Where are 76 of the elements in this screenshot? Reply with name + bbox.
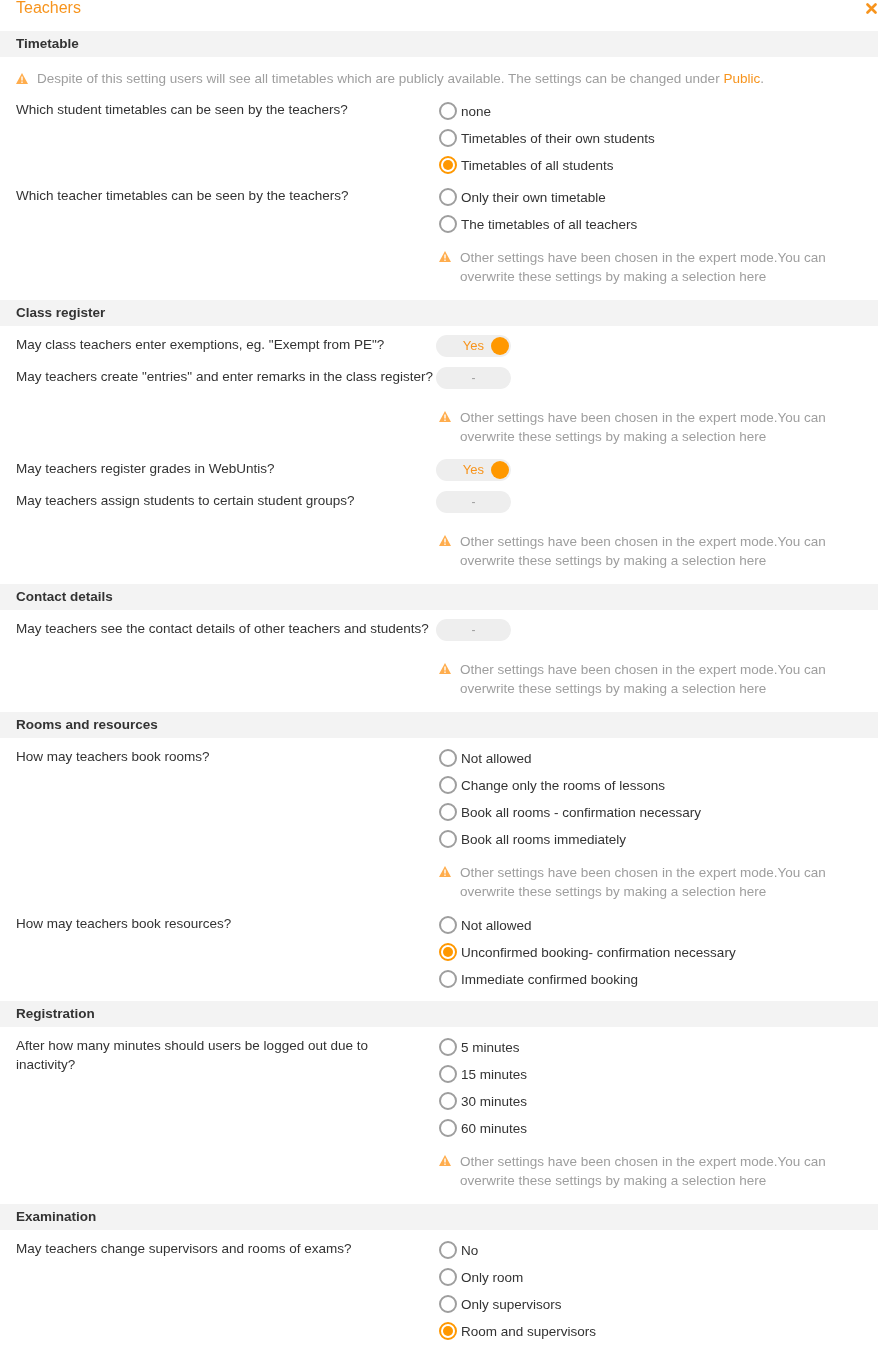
option-label[interactable]: Change only the rooms of lessons [461,775,666,795]
question-label: How may teachers book rooms? [16,748,211,766]
option-label[interactable]: Immediate confirmed booking [461,969,639,989]
radio-button[interactable] [439,803,457,821]
question-label: Which teacher timetables can be seen by the teachers? [16,187,350,205]
option-label[interactable]: Not allowed [461,748,532,768]
option-label[interactable]: Not allowed [461,915,532,935]
radio-button[interactable] [439,1268,457,1286]
radio-button[interactable] [439,129,457,147]
section-header: Examination [0,1204,878,1230]
warning-icon [439,411,451,422]
radio-button[interactable] [439,1038,457,1056]
radio-button[interactable] [439,1092,457,1110]
option-label[interactable]: Unconfirmed booking- confirmation necessary [461,942,736,962]
option-label[interactable]: The timetables of all teachers [461,214,638,234]
section-header: Timetable [0,31,878,57]
radio-button[interactable] [439,916,457,934]
option-label[interactable]: 15 minutes [461,1064,528,1084]
option-label[interactable]: Book all rooms - confirmation necessary [461,802,702,822]
option-label[interactable]: 5 minutes [461,1037,520,1057]
radio-button[interactable] [439,1119,457,1137]
radio-button[interactable] [439,1322,457,1340]
note-text: Other settings have been chosen in the expert mode.You can overwrite these settings by making a selection here [460,661,827,698]
question-label: After how many minutes should users be logged out due to inactivity? [16,1037,369,1074]
note-text: Other settings have been chosen in the expert mode.You can overwrite these settings by making a selection here [460,409,827,446]
radio-button[interactable] [439,1295,457,1313]
radio-button[interactable] [439,943,457,961]
close-icon [866,3,877,14]
radio-button[interactable] [439,1065,457,1083]
option-label[interactable]: Room and supervisors [461,1321,597,1341]
option-label[interactable]: 60 minutes [461,1118,528,1138]
option-label[interactable]: 30 minutes [461,1091,528,1111]
close-button[interactable] [866,3,877,14]
note-text: Other settings have been chosen in the expert mode.You can overwrite these settings by making a selection here [460,864,827,901]
section-header: Rooms and resources [0,712,878,738]
option-label[interactable]: Timetables of their own students [461,128,655,148]
section-header: Registration [0,1001,878,1027]
option-label[interactable]: none [461,101,492,121]
question-label: May teachers change supervisors and rooms of exams? [16,1240,353,1258]
question-label: May teachers see the contact details of other teachers and students? [16,620,430,638]
radio-button[interactable] [439,776,457,794]
question-label: May teachers assign students to certain student groups? [16,492,356,510]
question-label: May teachers create "entries" and enter remarks in the class register? [16,368,435,386]
radio-button[interactable] [439,1241,457,1259]
question-label: How may teachers book resources? [16,915,233,933]
radio-button[interactable] [439,830,457,848]
option-label[interactable]: Only supervisors [461,1294,562,1314]
warning-icon [439,663,451,674]
knob-icon [491,337,509,355]
radio-button[interactable] [439,215,457,233]
dialog-title: Teachers [16,0,81,16]
radio-button[interactable] [439,102,457,120]
radio-button[interactable] [439,749,457,767]
note-text: Other settings have been chosen in the expert mode.You can overwrite these settings by making a selection here [460,249,827,286]
radio-button[interactable] [439,156,457,174]
note-text: Other settings have been chosen in the expert mode.You can overwrite these settings by making a selection here [460,533,827,570]
option-label[interactable]: No [461,1240,479,1260]
warning-icon [439,535,451,546]
question-label: May class teachers enter exemptions, eg. "Exempt from PE"? [16,336,386,354]
option-label[interactable]: Only room [461,1267,524,1287]
radio-button[interactable] [439,970,457,988]
section-header: Contact details [0,584,878,610]
option-label[interactable]: Only their own timetable [461,187,606,207]
warning-icon [439,866,451,877]
warning-icon [439,1155,451,1166]
warning-icon [439,251,451,262]
option-label[interactable]: Book all rooms immediately [461,829,627,849]
warning-icon [16,73,28,84]
knob-icon [491,461,509,479]
question-label: May teachers register grades in WebUntis? [16,460,276,478]
section-header: Class register [0,300,878,326]
option-label[interactable]: Timetables of all students [461,155,614,175]
radio-button[interactable] [439,188,457,206]
question-label: Which student timetables can be seen by the teachers? [16,101,349,119]
note-text: Other settings have been chosen in the expert mode.You can overwrite these settings by making a selection here [460,1153,827,1190]
notice-text: Despite of this setting users will see all timetables which are publicly available. The settings can be changed under Public. [37,70,764,88]
